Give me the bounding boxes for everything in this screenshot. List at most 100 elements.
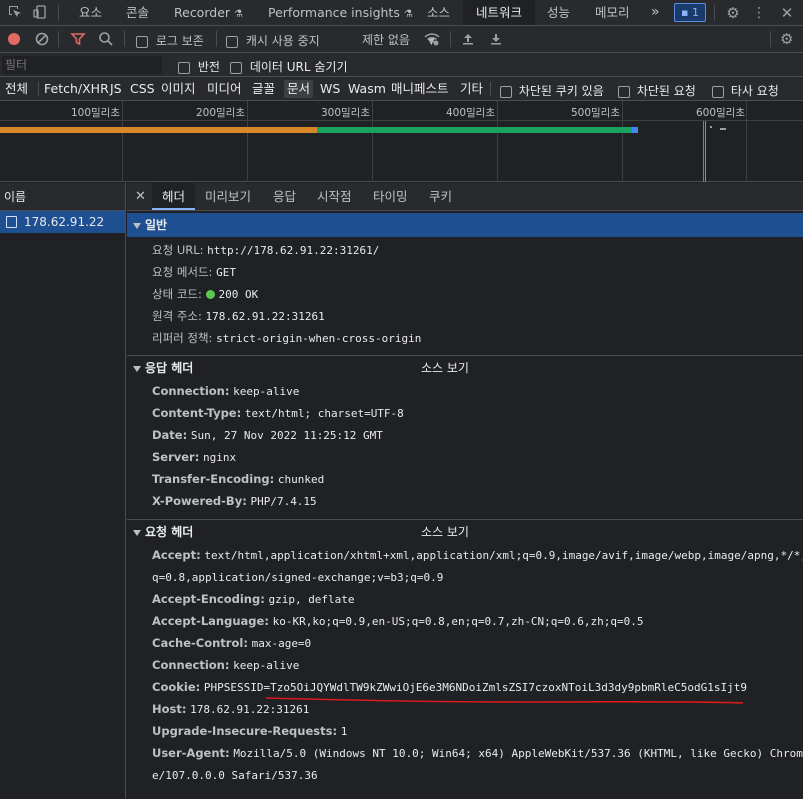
checkbox[interactable] xyxy=(230,61,242,74)
header-value: ko-KR,ko;q=0.9,en-US;q=0.8,en;q=0.7,zh-C… xyxy=(272,615,644,628)
import-har-icon[interactable] xyxy=(460,31,476,50)
tab-elements[interactable]: 요소 xyxy=(79,0,102,25)
hide-data-urls-checkbox[interactable]: 데이터 URL 숨기기 xyxy=(230,58,348,75)
general-key: 리퍼러 정책: xyxy=(152,331,213,345)
checkbox[interactable] xyxy=(136,35,148,48)
disable-cache-checkbox[interactable]: 캐시 사용 중지 xyxy=(226,32,320,49)
third-party-checkbox[interactable]: 타사 요청 xyxy=(712,82,779,99)
invert-label: 반전 xyxy=(197,60,220,74)
tab-recorder-label: Recorder xyxy=(174,5,231,20)
general-row: 리퍼러 정책: strict-origin-when-cross-origin xyxy=(152,330,421,346)
view-source-link[interactable]: 소스 보기 xyxy=(421,520,469,544)
clear-icon[interactable] xyxy=(34,31,50,50)
header-row: Content-Type: text/html; charset=UTF-8 xyxy=(152,406,404,420)
timeline-overview[interactable]: 100밀리초 200밀리초 300밀리초 400밀리초 500밀리초 600밀리… xyxy=(0,101,803,182)
blocked-cookies-checkbox[interactable]: 차단된 쿠키 있음 xyxy=(500,82,604,99)
header-row: Accept-Language: ko-KR,ko;q=0.9,en-US;q=… xyxy=(152,614,643,628)
expand-triangle-icon xyxy=(133,365,141,372)
checkbox[interactable] xyxy=(712,85,724,98)
load-marker xyxy=(705,121,706,182)
header-value: nginx xyxy=(202,451,237,464)
blocked-requests-label: 차단된 요청 xyxy=(636,84,696,98)
invert-checkbox[interactable]: 반전 xyxy=(178,58,220,75)
tab-performance-insights[interactable]: Performance insights ⚗ xyxy=(268,0,413,25)
type-css[interactable]: CSS xyxy=(130,80,155,98)
name-column-header[interactable]: 이름 xyxy=(0,183,125,211)
tab-response[interactable]: 응답 xyxy=(273,183,296,210)
search-icon[interactable] xyxy=(98,31,114,50)
settings-gear-icon[interactable]: ⚙ xyxy=(724,4,742,22)
tab-performance[interactable]: 성능 xyxy=(547,0,570,25)
checkbox[interactable] xyxy=(226,35,238,48)
header-value: 178.62.91.22:31261 xyxy=(190,703,310,716)
tick-label: 200밀리초 xyxy=(195,107,245,119)
type-manifest[interactable]: 매니페스트 xyxy=(391,80,449,98)
header-key: Upgrade-Insecure-Requests: xyxy=(152,724,338,738)
header-row-continuation: e/107.0.0.0 Safari/537.36 xyxy=(152,768,318,782)
inspect-element-icon[interactable] xyxy=(6,4,24,22)
flask-icon: ⚗ xyxy=(403,9,413,20)
response-headers-header[interactable]: 응답 헤더 소스 보기 xyxy=(127,355,803,379)
close-details-icon[interactable]: ✕ xyxy=(135,183,146,210)
type-js[interactable]: JS xyxy=(110,80,122,98)
header-value: gzip, deflate xyxy=(268,593,355,606)
network-settings-gear-icon[interactable]: ⚙ xyxy=(780,30,793,48)
timeline-bar-download xyxy=(317,127,637,133)
tab-timing[interactable]: 타이밍 xyxy=(373,183,408,210)
details-tabs: ✕ 헤더 미리보기 응답 시작점 타이밍 쿠키 xyxy=(127,183,803,211)
request-row[interactable]: 178.62.91.22 xyxy=(0,211,125,233)
tab-initiator[interactable]: 시작점 xyxy=(317,183,352,210)
general-section-header[interactable]: 일반 xyxy=(127,213,803,237)
export-har-icon[interactable] xyxy=(488,31,504,50)
type-other[interactable]: 기타 xyxy=(460,80,483,98)
type-all[interactable]: 전체 xyxy=(5,80,28,98)
checkbox[interactable] xyxy=(500,85,512,98)
general-key: 상태 코드: xyxy=(152,287,202,301)
blocked-requests-checkbox[interactable]: 차단된 요청 xyxy=(618,82,696,99)
network-toolbar: 로그 보존 캐시 사용 중지 제한 없음 ▼ ⚙ xyxy=(0,26,803,53)
header-key: Cache-Control: xyxy=(152,636,248,650)
type-wasm[interactable]: Wasm xyxy=(348,80,386,98)
tick-label: 300밀리초 xyxy=(320,107,370,119)
type-media[interactable]: 미디어 xyxy=(207,80,242,98)
tab-preview[interactable]: 미리보기 xyxy=(205,183,251,210)
type-img[interactable]: 이미지 xyxy=(161,80,196,98)
tab-headers[interactable]: 헤더 xyxy=(152,183,196,210)
filter-input[interactable] xyxy=(2,56,162,74)
tab-sources[interactable]: 소스 xyxy=(427,0,450,25)
device-toolbar-icon[interactable] xyxy=(31,4,49,22)
network-conditions-icon[interactable] xyxy=(423,31,441,50)
tab-memory[interactable]: 메모리 xyxy=(595,0,630,25)
type-fetch-xhr[interactable]: Fetch/XHR xyxy=(44,80,109,98)
tab-cookies[interactable]: 쿠키 xyxy=(429,183,452,210)
type-font[interactable]: 글꼴 xyxy=(252,80,275,98)
tab-console[interactable]: 콘솔 xyxy=(126,0,149,25)
close-devtools-icon[interactable]: ✕ xyxy=(778,4,796,22)
view-source-link[interactable]: 소스 보기 xyxy=(421,356,469,380)
message-icon: ▪ xyxy=(681,6,689,19)
header-row: User-Agent: Mozilla/5.0 (Windows NT 10.0… xyxy=(152,746,803,760)
checkbox[interactable] xyxy=(618,85,630,98)
tab-recorder[interactable]: Recorder ⚗ xyxy=(174,0,243,25)
record-button[interactable] xyxy=(8,33,20,45)
header-key: X-Powered-By: xyxy=(152,494,247,508)
flask-icon: ⚗ xyxy=(234,9,243,20)
expand-triangle-icon xyxy=(133,529,141,536)
checkbox[interactable] xyxy=(178,61,190,74)
request-headers-header[interactable]: 요청 헤더 소스 보기 xyxy=(127,519,803,543)
header-key: Date: xyxy=(152,428,188,442)
more-tabs-button[interactable]: » xyxy=(651,0,660,25)
filter-funnel-icon[interactable] xyxy=(70,31,86,50)
header-value: text/html,application/xhtml+xml,applicat… xyxy=(204,549,803,562)
header-row: Accept: text/html,application/xhtml+xml,… xyxy=(152,548,803,562)
issues-badge[interactable]: ▪ 1 xyxy=(674,3,706,22)
tab-network[interactable]: 네트워크 xyxy=(463,0,536,25)
type-doc[interactable]: 문서 xyxy=(284,80,314,98)
kebab-menu-icon[interactable]: ⋮ xyxy=(750,4,768,22)
tick-label: 100밀리초 xyxy=(70,107,120,119)
preserve-log-checkbox[interactable]: 로그 보존 xyxy=(136,32,204,49)
type-ws[interactable]: WS xyxy=(320,80,340,98)
request-headers-title: 요청 헤더 xyxy=(145,525,194,539)
header-value: q=0.8,application/signed-exchange;v=b3;q… xyxy=(152,571,444,584)
header-row: Host: 178.62.91.22:31261 xyxy=(152,702,309,716)
